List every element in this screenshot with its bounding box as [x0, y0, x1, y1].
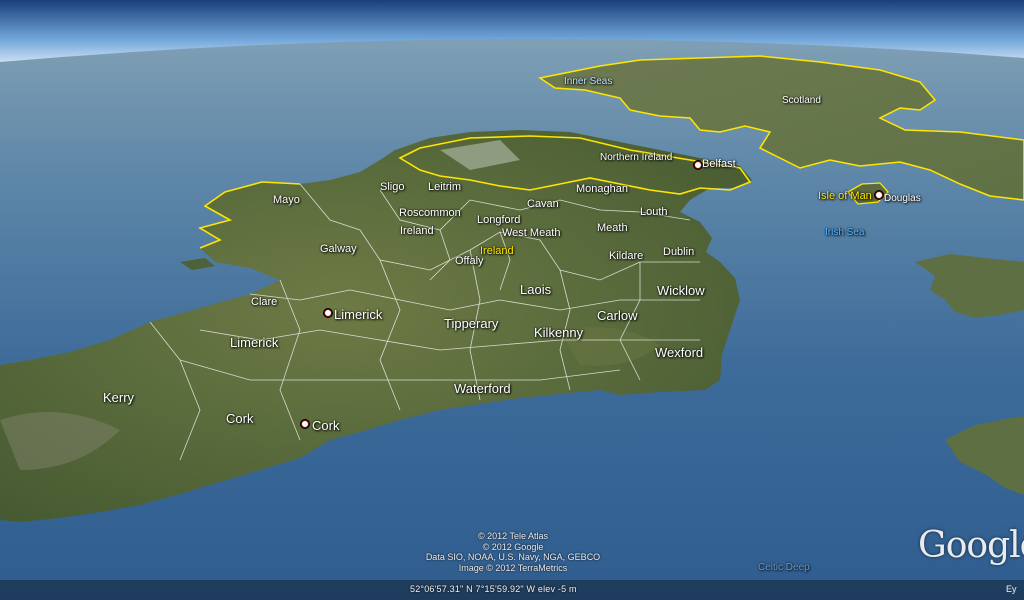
label-belfast[interactable]: Belfast	[702, 158, 736, 170]
label-isle-of-man: Isle of Man	[818, 190, 872, 202]
label-monaghan: Monaghan	[576, 183, 628, 195]
label-kilkenny: Kilkenny	[534, 325, 584, 340]
label-irish-sea: Irish Sea	[825, 227, 865, 238]
label-carlow: Carlow	[597, 308, 638, 323]
attribution: © 2012 Tele Atlas © 2012 Google Data SIO…	[398, 531, 628, 573]
google-logo: Google	[918, 525, 1024, 566]
label-meath: Meath	[597, 222, 628, 234]
label-cork-county: Cork	[226, 411, 254, 426]
label-cork-city[interactable]: Cork	[312, 418, 339, 433]
attribution-line: Image © 2012 TerraMetrics	[458, 562, 568, 573]
label-celtic-deep: Celtic Deep	[758, 562, 810, 573]
label-tipperary: Tipperary	[444, 316, 499, 331]
label-kerry: Kerry	[103, 390, 135, 405]
label-dublin: Dublin	[663, 246, 695, 258]
label-galway: Galway	[320, 243, 357, 255]
city-dot-icon[interactable]	[301, 420, 309, 428]
label-wicklow: Wicklow	[657, 283, 705, 298]
label-laois: Laois	[520, 282, 552, 297]
label-waterford: Waterford	[454, 381, 511, 396]
label-mayo: Mayo	[273, 194, 300, 206]
label-ireland-region: Ireland	[400, 225, 434, 237]
label-clare: Clare	[251, 296, 278, 308]
satellite-map[interactable]	[0, 0, 1024, 600]
label-cavan: Cavan	[527, 198, 559, 210]
attribution-line: © 2012 Tele Atlas	[477, 531, 548, 541]
label-west-meath: West Meath	[502, 227, 561, 239]
city-dot-icon[interactable]	[875, 191, 883, 199]
label-ireland-country: Ireland	[480, 245, 514, 257]
label-scotland: Scotland	[782, 95, 821, 106]
label-kildare: Kildare	[609, 250, 644, 262]
label-offaly: Offaly	[455, 255, 484, 267]
attribution-line: Data SIO, NOAA, U.S. Navy, NGA, GEBCO	[425, 552, 601, 562]
city-dot-icon[interactable]	[694, 161, 702, 169]
city-dot-icon[interactable]	[324, 309, 332, 317]
label-louth: Louth	[640, 206, 668, 218]
label-longford: Longford	[477, 214, 521, 226]
label-wexford: Wexford	[655, 345, 704, 360]
coordinates-readout: 52°06'57.31" N 7°15'59.92" W elev -5 m	[410, 584, 577, 594]
label-limerick-city[interactable]: Limerick	[334, 307, 382, 322]
label-limerick-county: Limerick	[230, 335, 279, 350]
eye-altitude-readout: Ey	[1006, 584, 1017, 594]
label-douglas[interactable]: Douglas	[884, 193, 921, 204]
label-inner-seas: Inner Seas	[564, 76, 613, 87]
label-roscommon: Roscommon	[399, 207, 461, 219]
map-viewport[interactable]: Inner Seas Scotland Northern Ireland Bel…	[0, 0, 1024, 600]
label-northern-ireland: Northern Ireland	[600, 152, 673, 163]
attribution-line: © 2012 Google	[482, 541, 544, 552]
label-sligo: Sligo	[380, 181, 405, 193]
label-leitrim: Leitrim	[428, 181, 462, 193]
